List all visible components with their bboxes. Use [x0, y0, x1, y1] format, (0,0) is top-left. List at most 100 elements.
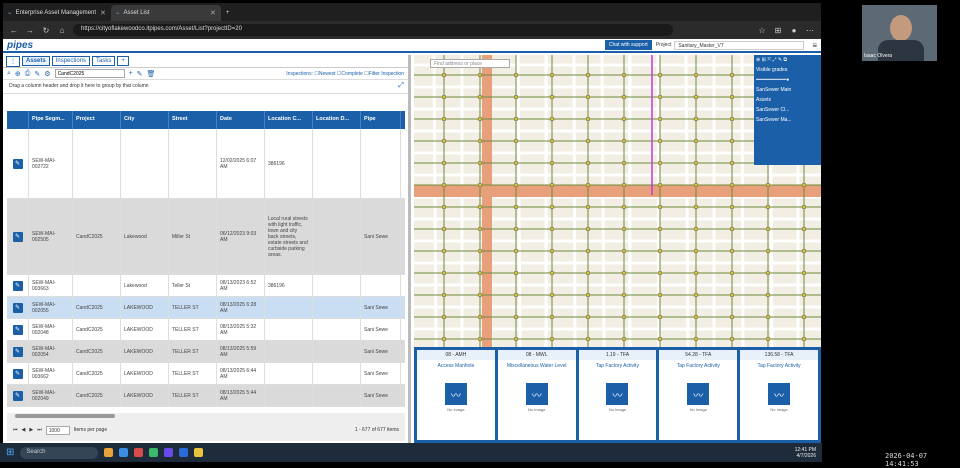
manhole-point[interactable] — [621, 314, 627, 320]
manhole-point[interactable] — [765, 270, 771, 276]
gear-icon[interactable]: ⚙ — [44, 70, 50, 78]
hamburger-icon[interactable]: ≡ — [812, 41, 817, 50]
manhole-point[interactable] — [441, 138, 447, 144]
filter-newest[interactable]: Newest — [319, 71, 336, 77]
manhole-point[interactable] — [621, 270, 627, 276]
manhole-point[interactable] — [549, 292, 555, 298]
manhole-point[interactable] — [765, 204, 771, 210]
manhole-point[interactable] — [657, 270, 663, 276]
table-row[interactable]: ✎ SEW-MAI-002055 CandC2025 LAKEWOOD TELLER S… — [7, 297, 405, 319]
panel-menu-icon[interactable]: ⋮ — [6, 55, 20, 67]
manhole-point[interactable] — [801, 226, 807, 232]
manhole-point[interactable] — [585, 314, 591, 320]
layer-item-assets[interactable]: Assets — [756, 97, 819, 103]
manhole-point[interactable] — [513, 270, 519, 276]
manhole-point[interactable] — [585, 248, 591, 254]
search-icon[interactable]: ⌕ — [7, 70, 11, 78]
tab-enterprise[interactable]: ⌁ Enterprise Asset Management ✕ — [3, 5, 111, 21]
manhole-point[interactable] — [441, 314, 447, 320]
map-view[interactable]: Find address or place ⊕ ⊞ ⤧ ⤢ ✎ ⧉ Visibl… — [414, 55, 821, 443]
manhole-point[interactable] — [549, 336, 555, 342]
manhole-point[interactable] — [477, 314, 483, 320]
app-icon[interactable] — [164, 448, 174, 457]
manhole-point[interactable] — [621, 248, 627, 254]
manhole-point[interactable] — [657, 160, 663, 166]
manhole-point[interactable] — [549, 116, 555, 122]
manhole-point[interactable] — [549, 138, 555, 144]
manhole-point[interactable] — [441, 182, 447, 188]
layer-item-sansewer-main[interactable]: SanSewer Main — [756, 87, 819, 93]
manhole-point[interactable] — [621, 160, 627, 166]
project-select[interactable]: Sanitary_Master_V7 — [674, 40, 805, 50]
manhole-point[interactable] — [801, 204, 807, 210]
manhole-point[interactable] — [585, 138, 591, 144]
edit-row-button[interactable]: ✎ — [12, 280, 23, 291]
manhole-point[interactable] — [621, 226, 627, 232]
manhole-point[interactable] — [729, 94, 735, 100]
edit-row-button[interactable]: ✎ — [12, 390, 23, 401]
manhole-point[interactable] — [765, 336, 771, 342]
manhole-point[interactable] — [657, 248, 663, 254]
manhole-point[interactable] — [621, 182, 627, 188]
filter-inspection[interactable]: Filter Inspection — [369, 71, 404, 77]
manhole-point[interactable] — [657, 94, 663, 100]
manhole-point[interactable] — [693, 204, 699, 210]
manhole-point[interactable] — [657, 314, 663, 320]
manhole-point[interactable] — [693, 248, 699, 254]
manhole-point[interactable] — [657, 204, 663, 210]
manhole-point[interactable] — [585, 182, 591, 188]
manhole-point[interactable] — [621, 336, 627, 342]
manhole-point[interactable] — [765, 248, 771, 254]
manhole-point[interactable] — [441, 94, 447, 100]
column-header[interactable]: Street — [169, 111, 217, 129]
taskbar-search[interactable]: Search — [20, 446, 99, 459]
star-icon[interactable]: ☆ — [757, 26, 767, 35]
manhole-point[interactable] — [693, 270, 699, 276]
manhole-point[interactable] — [693, 292, 699, 298]
add-icon[interactable]: + — [129, 70, 133, 77]
manhole-point[interactable] — [513, 226, 519, 232]
tab-asset-list[interactable]: ⌁ Asset List ✕ — [110, 5, 221, 21]
manhole-point[interactable] — [801, 182, 807, 188]
app-icon[interactable] — [134, 448, 144, 457]
manhole-point[interactable] — [765, 226, 771, 232]
manhole-point[interactable] — [729, 248, 735, 254]
manhole-point[interactable] — [801, 314, 807, 320]
next-page-icon[interactable]: ▶ — [29, 427, 33, 433]
app-icon[interactable] — [104, 448, 114, 457]
manhole-point[interactable] — [441, 336, 447, 342]
edit-row-button[interactable]: ✎ — [12, 302, 23, 313]
table-row[interactable]: ✎ SEW-MAI-002049 CandC2025 LAKEWOOD TELLER S… — [7, 385, 405, 407]
system-tray[interactable]: 12:41 PM 4/7/2026 — [795, 447, 816, 459]
map-search-input[interactable]: Find address or place — [430, 59, 510, 68]
manhole-point[interactable] — [585, 160, 591, 166]
manhole-point[interactable] — [513, 138, 519, 144]
manhole-point[interactable] — [441, 160, 447, 166]
column-header[interactable]: Pipe — [361, 111, 401, 129]
delete-icon[interactable]: 🗑 — [147, 70, 156, 78]
manhole-point[interactable] — [729, 204, 735, 210]
app-icon[interactable] — [179, 448, 189, 457]
group-drop-area[interactable]: Drag a column header and drop it here to… — [3, 80, 408, 94]
expand-icon[interactable]: ⤢ — [398, 82, 404, 90]
manhole-point[interactable] — [693, 182, 699, 188]
manhole-point[interactable] — [513, 248, 519, 254]
manhole-point[interactable] — [441, 248, 447, 254]
manhole-point[interactable] — [477, 292, 483, 298]
add-tab-button[interactable]: + — [117, 56, 129, 66]
app-icon[interactable] — [149, 448, 159, 457]
prev-page-icon[interactable]: ◀ — [22, 427, 26, 433]
url-field[interactable]: https://cityoflakewoodco.itpipes.com/Ass… — [73, 24, 673, 36]
manhole-point[interactable] — [477, 116, 483, 122]
layer-slider[interactable]: ━━━━━━━━━━● — [756, 77, 819, 83]
manhole-point[interactable] — [765, 182, 771, 188]
selection-set-select[interactable]: CandC2025 — [54, 69, 125, 78]
manhole-point[interactable] — [513, 182, 519, 188]
manhole-point[interactable] — [477, 226, 483, 232]
manhole-point[interactable] — [585, 72, 591, 78]
manhole-point[interactable] — [441, 270, 447, 276]
column-header[interactable]: Project — [73, 111, 121, 129]
close-icon[interactable]: ✕ — [210, 9, 216, 17]
table-row[interactable]: ✎ SEW-MAI-002048 CandC2025 LAKEWOOD TELLER S… — [7, 319, 405, 341]
table-row[interactable]: ✎ SEW-MAI-003662 CandC2025 LAKEWOOD TELLER S… — [7, 363, 405, 385]
